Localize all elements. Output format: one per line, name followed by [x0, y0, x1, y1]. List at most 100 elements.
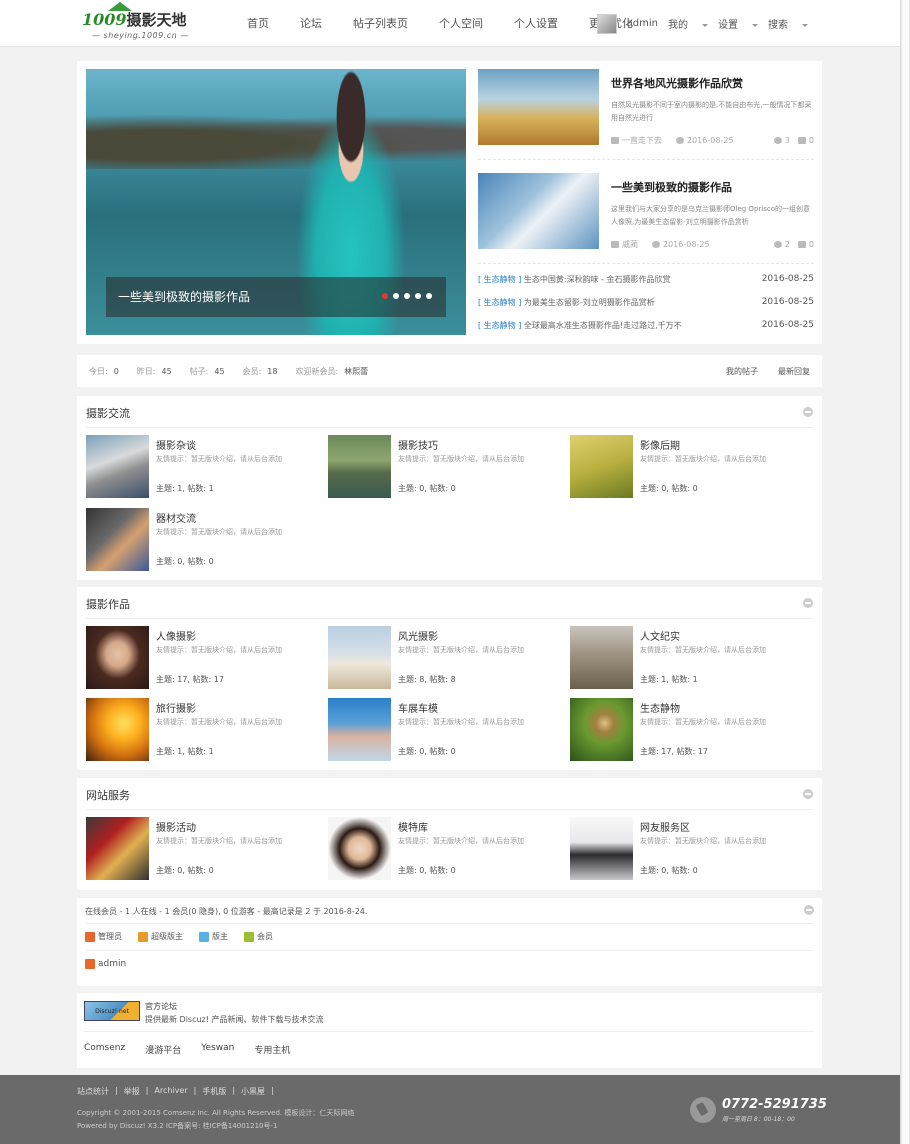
forum-thumb[interactable]	[328, 626, 391, 689]
forum-item[interactable]: 模特库 友情提示：暂无版块介绍，请从后台添加 主题: 0, 帖数: 0	[328, 817, 568, 881]
forum-thumb[interactable]	[86, 817, 149, 880]
forum-thumb[interactable]	[328, 435, 391, 498]
featured-title[interactable]: 世界各地风光摄影作品欣赏	[611, 75, 743, 91]
forum-thumb[interactable]	[86, 508, 149, 571]
footer-link-stats[interactable]: 站点统计	[77, 1086, 109, 1097]
forum-thumb[interactable]	[570, 435, 633, 498]
footer-link-blacklist[interactable]: 小黑屋	[241, 1086, 265, 1097]
avatar[interactable]	[596, 13, 617, 34]
recent-category[interactable]: [ 生态静物 ]	[478, 298, 521, 307]
forum-thumb[interactable]	[570, 698, 633, 761]
menu-settings[interactable]: 设置	[718, 16, 758, 31]
my-posts-link[interactable]: 我的帖子	[726, 366, 758, 377]
recent-post[interactable]: [ 生态静物 ] 生态中国黄:深秋韵味 - 金石摄影作品欣赏 2016-08-2…	[478, 274, 814, 285]
menu-mine[interactable]: 我的	[668, 16, 708, 31]
forum-item[interactable]: 旅行摄影 友情提示：暂无版块介绍，请从后台添加 主题: 1, 帖数: 1	[86, 698, 326, 762]
forum-item[interactable]: 影像后期 友情提示：暂无版块介绍，请从后台添加 主题: 0, 帖数: 0	[570, 435, 810, 499]
online-username[interactable]: admin	[98, 959, 126, 969]
friend-link[interactable]: 专用主机	[254, 1043, 290, 1056]
forum-section: 网站服务 摄影活动 友情提示：暂无版块介绍，请从后台添加 主题: 0, 帖数: …	[77, 778, 822, 890]
scrollbar-thumb[interactable]	[902, 0, 909, 1144]
recent-title[interactable]: 全球最高水准生态摄影作品!走过路过,千万不	[524, 321, 682, 330]
forum-thumb[interactable]	[328, 817, 391, 880]
stat-newest-member[interactable]: 林熙蕾	[344, 367, 368, 376]
recent-category[interactable]: [ 生态静物 ]	[478, 321, 521, 330]
collapse-icon[interactable]	[803, 789, 813, 799]
forum-item[interactable]: 风光摄影 友情提示：暂无版块介绍，请从后台添加 主题: 8, 帖数: 8	[328, 626, 568, 690]
footer-link-mobile[interactable]: 手机版	[202, 1086, 226, 1097]
forum-name[interactable]: 人文纪实	[640, 628, 680, 643]
username[interactable]: admin	[627, 18, 658, 29]
forum-name[interactable]: 人像摄影	[156, 628, 196, 643]
friend-link[interactable]: 漫游平台	[145, 1043, 181, 1056]
forum-thumb[interactable]	[328, 698, 391, 761]
slide-dot[interactable]	[393, 293, 399, 299]
recent-title[interactable]: 为最美生态留影-刘立明摄影作品赏析	[524, 298, 655, 307]
forum-item[interactable]: 摄影杂谈 友情提示：暂无版块介绍，请从后台添加 主题: 1, 帖数: 1	[86, 435, 326, 499]
footer-link-report[interactable]: 举报	[124, 1086, 140, 1097]
recent-post[interactable]: [ 生态静物 ] 为最美生态留影-刘立明摄影作品赏析 2016-08-25	[478, 297, 814, 308]
collapse-icon[interactable]	[804, 905, 814, 915]
nav-personal-space[interactable]: 个人空间	[429, 0, 493, 47]
forum-item[interactable]: 生态静物 友情提示：暂无版块介绍，请从后台添加 主题: 17, 帖数: 17	[570, 698, 810, 762]
forum-name[interactable]: 网友服务区	[640, 819, 690, 834]
featured-thumb[interactable]	[478, 173, 599, 249]
online-user[interactable]: admin	[85, 959, 126, 969]
section-title[interactable]: 网站服务	[86, 787, 130, 803]
menu-search[interactable]: 搜索	[768, 16, 808, 31]
footer-link-archiver[interactable]: Archiver	[154, 1086, 187, 1097]
hero-slider[interactable]: 一些美到极致的摄影作品	[86, 69, 466, 335]
section-title[interactable]: 摄影作品	[86, 596, 130, 612]
forum-item[interactable]: 车展车模 友情提示：暂无版块介绍，请从后台添加 主题: 0, 帖数: 0	[328, 698, 568, 762]
forum-item[interactable]: 人像摄影 友情提示：暂无版块介绍，请从后台添加 主题: 17, 帖数: 17	[86, 626, 326, 690]
slide-dot[interactable]	[415, 293, 421, 299]
legend-super-mod: 超级版主	[138, 931, 183, 942]
forum-name[interactable]: 摄影技巧	[398, 437, 438, 452]
forum-item[interactable]: 器材交流 友情提示：暂无版块介绍，请从后台添加 主题: 0, 帖数: 0	[86, 508, 326, 572]
forum-name[interactable]: 摄影杂谈	[156, 437, 196, 452]
forum-name[interactable]: 影像后期	[640, 437, 680, 452]
nav-forum[interactable]: 论坛	[290, 0, 332, 47]
forum-thumb[interactable]	[86, 698, 149, 761]
forum-item[interactable]: 摄影技巧 友情提示：暂无版块介绍，请从后台添加 主题: 0, 帖数: 0	[328, 435, 568, 499]
site-logo[interactable]: 1009摄影天地 — sheying.1009.cn —	[82, 2, 192, 43]
friend-link[interactable]: Yeswan	[201, 1043, 234, 1056]
forum-thumb[interactable]	[86, 435, 149, 498]
slide-dot[interactable]	[382, 293, 388, 299]
featured-thumb[interactable]	[478, 69, 599, 145]
collapse-icon[interactable]	[803, 407, 813, 417]
forum-name[interactable]: 旅行摄影	[156, 700, 196, 715]
discuz-logo[interactable]: Discuz! net	[84, 1001, 140, 1021]
featured-author[interactable]: 一直走下去	[622, 135, 662, 146]
comment-icon	[797, 137, 806, 144]
forum-item[interactable]: 网友服务区 友情提示：暂无版块介绍，请从后台添加 主题: 0, 帖数: 0	[570, 817, 810, 881]
recent-title[interactable]: 生态中国黄:深秋韵味 - 金石摄影作品欣赏	[524, 275, 671, 284]
collapse-icon[interactable]	[803, 598, 813, 608]
nav-thread-list[interactable]: 帖子列表页	[343, 0, 418, 47]
slide-caption[interactable]: 一些美到极致的摄影作品	[106, 277, 446, 317]
forum-name[interactable]: 风光摄影	[398, 628, 438, 643]
forum-name[interactable]: 模特库	[398, 819, 428, 834]
forum-name[interactable]: 器材交流	[156, 510, 196, 525]
recent-post[interactable]: [ 生态静物 ] 全球最高水准生态摄影作品!走过路过,千万不 2016-08-2…	[478, 320, 814, 331]
friend-link[interactable]: Comsenz	[84, 1043, 125, 1056]
nav-home[interactable]: 首页	[237, 0, 279, 47]
scrollbar[interactable]	[900, 0, 910, 1144]
section-title[interactable]: 摄影交流	[86, 405, 130, 421]
forum-item[interactable]: 摄影活动 友情提示：暂无版块介绍，请从后台添加 主题: 0, 帖数: 0	[86, 817, 326, 881]
forum-name[interactable]: 摄影活动	[156, 819, 196, 834]
nav-personal-settings[interactable]: 个人设置	[504, 0, 568, 47]
forum-thumb[interactable]	[86, 626, 149, 689]
recent-category[interactable]: [ 生态静物 ]	[478, 275, 521, 284]
slide-dot[interactable]	[404, 293, 410, 299]
featured-author[interactable]: 威蔺	[622, 239, 638, 250]
friend-link-title[interactable]: 官方论坛	[145, 1001, 177, 1012]
forum-name[interactable]: 生态静物	[640, 700, 680, 715]
forum-name[interactable]: 车展车模	[398, 700, 438, 715]
featured-title[interactable]: 一些美到极致的摄影作品	[611, 179, 732, 195]
forum-item[interactable]: 人文纪实 友情提示：暂无版块介绍，请从后台添加 主题: 1, 帖数: 1	[570, 626, 810, 690]
forum-thumb[interactable]	[570, 626, 633, 689]
forum-thumb[interactable]	[570, 817, 633, 880]
slide-dot[interactable]	[426, 293, 432, 299]
latest-replies-link[interactable]: 最新回复	[778, 366, 810, 377]
